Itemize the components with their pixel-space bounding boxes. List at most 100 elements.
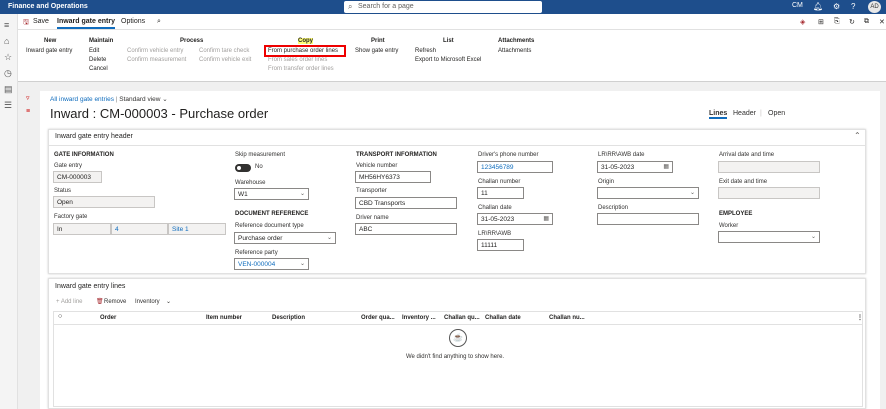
confirm-vehicle-entry-button[interactable]: Confirm vehicle entry (127, 48, 183, 54)
page-options-icon[interactable]: ⊞ (818, 18, 824, 26)
workspace-icon[interactable]: ▤ (4, 84, 13, 95)
delete-button[interactable]: Delete (89, 57, 106, 63)
employee-heading: EMPLOYEE (719, 211, 753, 217)
column-header-challan-date[interactable]: Challan date (485, 315, 521, 321)
calendar-icon[interactable]: ▦ (663, 163, 669, 170)
chevron-down-icon[interactable]: ⌄ (300, 190, 305, 197)
search-input[interactable]: ⌕ Search for a page (344, 1, 542, 13)
inventory-menu[interactable]: Inventory (135, 299, 160, 305)
filter-icon[interactable]: ▿ (26, 94, 30, 102)
gate-entry-field[interactable]: CM-000003 (53, 171, 102, 183)
lr-date-field[interactable]: 31-05-2023 ▦ (597, 161, 673, 173)
show-gate-entry-button[interactable]: Show gate entry (355, 48, 398, 54)
from-transfer-order-lines-button[interactable]: From transfer order lines (268, 66, 334, 72)
tab-header[interactable]: Header (733, 110, 756, 117)
column-header-challan-quantity[interactable]: Challan qu... (444, 315, 480, 321)
more-options-icon[interactable]: ⋮ (857, 314, 863, 321)
add-line-button[interactable]: + Add line (56, 299, 83, 305)
skip-measurement-toggle[interactable] (235, 164, 251, 172)
cancel-button[interactable]: Cancel (89, 66, 108, 72)
column-header-order-quantity[interactable]: Order qua... (361, 315, 395, 321)
export-excel-button[interactable]: Export to Microsoft Excel (415, 57, 481, 63)
chevron-down-icon[interactable]: ⌄ (327, 234, 332, 241)
status-field[interactable]: Open (53, 196, 155, 208)
column-header-inventory[interactable]: Inventory ... (402, 315, 436, 321)
factory-gate-number-field[interactable]: 4 (111, 223, 168, 235)
hamburger-icon[interactable]: ≡ (4, 20, 9, 30)
column-header-item-number[interactable]: Item number (206, 315, 242, 321)
delete-icon[interactable]: 🗑︎ (96, 298, 104, 305)
chevron-down-icon[interactable]: ⌄ (811, 233, 816, 240)
warehouse-field[interactable]: W1 ⌄ (234, 188, 309, 200)
tab-separator: | (760, 110, 762, 117)
help-icon[interactable]: ? (851, 2, 855, 11)
header-fasttab-title[interactable]: Inward gate entry header (55, 133, 133, 140)
gear-icon[interactable]: ⚙ (833, 2, 840, 11)
confirm-vehicle-exit-button[interactable]: Confirm vehicle exit (199, 57, 251, 63)
attachments-button[interactable]: Attachments (498, 48, 531, 54)
tab-options[interactable]: Options (121, 18, 145, 25)
tab-inward-gate-entry[interactable]: Inward gate entry (57, 18, 115, 29)
chevron-down-icon[interactable]: ⌄ (300, 260, 305, 267)
driver-name-field[interactable]: ABC (355, 223, 457, 235)
driver-phone-field[interactable]: 123456789 (477, 161, 553, 173)
close-icon[interactable]: ✕ (879, 18, 885, 26)
office-icon[interactable]: ◈ (800, 18, 805, 26)
attach-icon[interactable]: ⎘ (834, 18, 840, 26)
breadcrumb: All inward gate entries | Standard view … (50, 96, 168, 103)
column-header-challan-number[interactable]: Challan nu... (549, 315, 585, 321)
factory-gate-field[interactable]: In (53, 223, 111, 235)
popout-icon[interactable]: ⧉ (864, 18, 869, 26)
exit-date-field[interactable] (718, 187, 820, 199)
exit-date-label: Exit date and time (719, 179, 768, 185)
bell-icon[interactable]: 🔔︎ (813, 2, 823, 11)
worker-field[interactable]: ⌄ (718, 231, 820, 243)
origin-field[interactable]: ⌄ (597, 187, 699, 199)
vehicle-number-field[interactable]: MH56HY6373 (355, 171, 431, 183)
refresh-button[interactable]: Refresh (415, 48, 436, 54)
factory-gate-site-field[interactable]: Site 1 (168, 223, 226, 235)
challan-date-field[interactable]: 31-05-2023 ▦ (477, 213, 553, 225)
home-icon[interactable]: ⌂ (4, 36, 9, 46)
avatar[interactable]: AD (868, 1, 881, 13)
clock-icon[interactable]: ◷ (4, 68, 12, 79)
from-sales-order-lines-button[interactable]: From sales order lines (268, 57, 327, 63)
modules-icon[interactable]: ☰ (4, 100, 12, 111)
column-header-description[interactable]: Description (272, 315, 305, 321)
challan-number-field[interactable]: 11 (477, 187, 524, 199)
refresh-icon[interactable]: ↻ (849, 18, 855, 26)
star-icon[interactable]: ☆ (4, 52, 12, 63)
view-selector[interactable]: Standard view (119, 96, 160, 103)
reference-document-type-label: Reference document type (235, 223, 304, 229)
confirm-tare-check-button[interactable]: Confirm tare check (199, 48, 249, 54)
lines-fasttab-title[interactable]: Inward gate entry lines (55, 283, 125, 290)
remove-button[interactable]: Remove (104, 299, 126, 305)
tab-lines[interactable]: Lines (709, 110, 728, 119)
description-field[interactable] (597, 213, 699, 225)
chevron-down-icon[interactable]: ⌄ (162, 96, 167, 103)
column-header-order[interactable]: Order (100, 315, 116, 321)
select-all-radio[interactable]: ○ (58, 313, 62, 320)
save-button[interactable]: Save (33, 18, 49, 25)
arrival-date-field[interactable] (718, 161, 820, 173)
chevron-down-icon[interactable]: ⌄ (166, 298, 171, 305)
transporter-field[interactable]: CBD Transports (355, 197, 457, 209)
chevron-up-icon[interactable]: ⌃ (854, 131, 861, 140)
lr-field[interactable]: 11111 (477, 239, 524, 251)
reference-document-type-field[interactable]: Purchase order ⌄ (234, 232, 336, 244)
save-icon[interactable]: 🖫︎ (23, 18, 29, 29)
warehouse-label: Warehouse (235, 180, 266, 186)
highlight-box (264, 45, 346, 57)
all-inward-gate-entries-link[interactable]: All inward gate entries (50, 96, 114, 103)
reference-party-label: Reference party (235, 250, 278, 256)
edit-button[interactable]: Edit (89, 48, 99, 54)
new-inward-gate-entry-button[interactable]: Inward gate entry (26, 48, 72, 54)
list-icon[interactable]: ≡ (26, 108, 30, 115)
chevron-down-icon[interactable]: ⌄ (690, 189, 695, 196)
search-icon[interactable]: ⌕ (157, 18, 161, 26)
reference-party-field[interactable]: VEN-000004 ⌄ (234, 258, 309, 270)
calendar-icon[interactable]: ▦ (543, 215, 549, 222)
confirm-measurement-button[interactable]: Confirm measurement (127, 57, 186, 63)
company-picker[interactable]: CM (792, 2, 803, 9)
tab-open[interactable]: Open (768, 110, 785, 117)
